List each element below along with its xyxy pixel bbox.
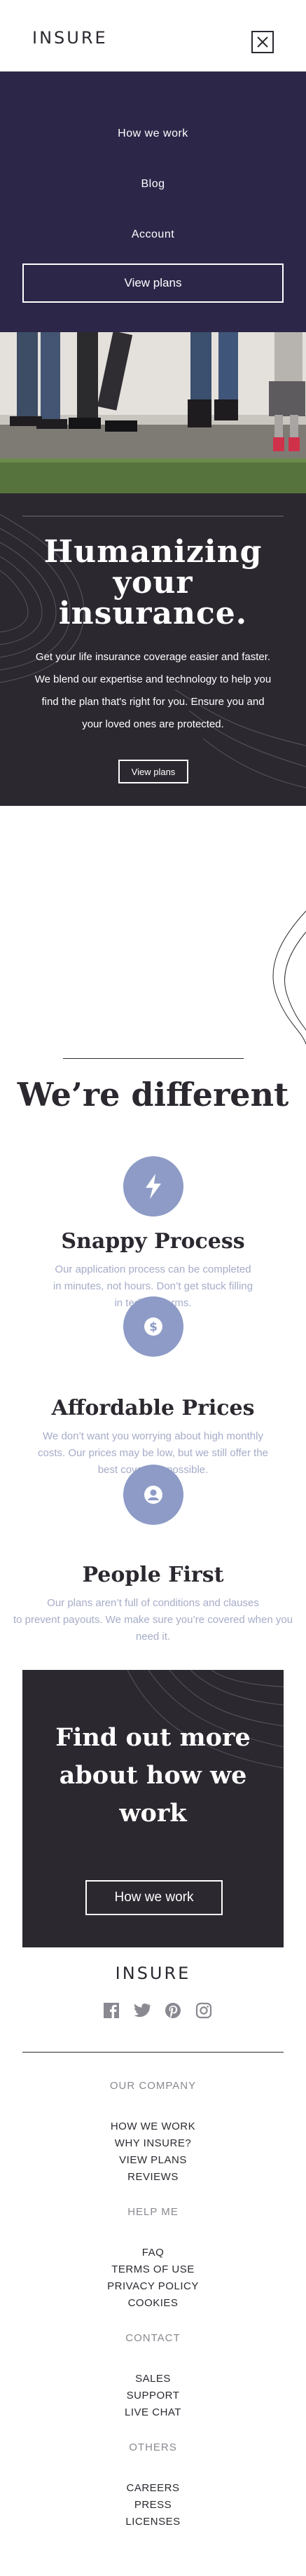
section-title: We’re different bbox=[17, 1076, 289, 1114]
footer-link-view-plans[interactable]: VIEW PLANS bbox=[0, 2154, 306, 2166]
feature-text-line: Our plans aren’t full of conditions and … bbox=[47, 1597, 259, 1609]
feature-text-line: need it. bbox=[135, 1631, 171, 1643]
feature-description: Our plans aren’t full of conditions and … bbox=[0, 1595, 306, 1645]
hero-text-line: We blend our expertise and technology to… bbox=[34, 673, 272, 685]
hero-title-line: your bbox=[113, 565, 193, 601]
footer-link-support[interactable]: SUPPORT bbox=[0, 2390, 306, 2402]
features-section: We’re different Snappy Process Our appli… bbox=[0, 806, 306, 1964]
card-title-line: Find out more bbox=[55, 1723, 251, 1752]
find-out-more-title: Find out more about how we work bbox=[22, 1719, 284, 1832]
footer-link-careers[interactable]: CAREERS bbox=[0, 2482, 306, 2494]
feature-text-line: Our application process can be completed bbox=[55, 1263, 251, 1275]
feature-title: People First bbox=[82, 1563, 224, 1587]
hero-text-line: find the plan that's right for you. Ensu… bbox=[41, 696, 265, 708]
site-header: INSURE bbox=[0, 0, 306, 71]
hero-title-line: insurance. bbox=[58, 596, 248, 631]
nav-item-how-we-work[interactable]: How we work bbox=[0, 128, 306, 140]
footer-link-live-chat[interactable]: LIVE CHAT bbox=[0, 2406, 306, 2418]
footer-heading: CONTACT bbox=[125, 2332, 181, 2344]
pinterest-icon[interactable] bbox=[164, 2001, 182, 2020]
footer-link-reviews[interactable]: REVIEWS bbox=[0, 2171, 306, 2183]
dollar-icon: $ bbox=[123, 1296, 183, 1357]
footer-divider bbox=[22, 2052, 284, 2053]
svg-text:$: $ bbox=[149, 1320, 158, 1334]
footer-link-faq[interactable]: FAQ bbox=[0, 2247, 306, 2259]
hero-text-line: Get your life insurance coverage easier … bbox=[35, 651, 271, 663]
nav-view-plans-button[interactable]: View plans bbox=[22, 263, 284, 303]
hero-description: Get your life insurance coverage easier … bbox=[21, 646, 285, 736]
footer-link-cookies[interactable]: COOKIES bbox=[0, 2297, 306, 2309]
feature-text-line: in minutes, not hours. Don’t get stuck f… bbox=[53, 1280, 253, 1292]
footer-link-licenses[interactable]: LICENSES bbox=[0, 2516, 306, 2528]
footer-link-why-insure[interactable]: WHY INSURE? bbox=[0, 2137, 306, 2149]
logo[interactable]: INSURE bbox=[32, 28, 108, 48]
footer-logo[interactable]: INSURE bbox=[0, 1964, 306, 1983]
close-icon bbox=[257, 36, 268, 48]
feature-title: Affordable Prices bbox=[51, 1396, 255, 1420]
hero-view-plans-button[interactable]: View plans bbox=[118, 760, 188, 783]
lightning-icon bbox=[123, 1156, 183, 1217]
twitter-icon[interactable] bbox=[133, 2001, 151, 2020]
social-links bbox=[102, 2001, 213, 2020]
find-out-more-card: Find out more about how we work How we w… bbox=[22, 1670, 284, 1947]
person-icon bbox=[123, 1465, 183, 1525]
card-title-line: work bbox=[119, 1799, 187, 1828]
instagram-icon[interactable] bbox=[195, 2001, 213, 2020]
mobile-nav: How we work Blog Account View plans bbox=[0, 71, 306, 332]
close-menu-button[interactable] bbox=[251, 31, 274, 53]
footer-link-terms[interactable]: TERMS OF USE bbox=[0, 2263, 306, 2275]
card-title-line: about how we bbox=[59, 1761, 247, 1790]
section-divider bbox=[63, 1058, 244, 1059]
how-we-work-button[interactable]: How we work bbox=[85, 1880, 223, 1915]
footer-link-privacy[interactable]: PRIVACY POLICY bbox=[0, 2280, 306, 2292]
nav-item-blog[interactable]: Blog bbox=[0, 178, 306, 191]
feature-text-line: We don’t want you worrying about high mo… bbox=[43, 1430, 263, 1442]
hero-photo bbox=[0, 332, 306, 493]
hero-title-line: Humanizing bbox=[43, 534, 263, 570]
nav-item-account[interactable]: Account bbox=[0, 228, 306, 241]
hero-text-line: your loved ones are protected. bbox=[82, 718, 224, 730]
feature-text-line: to prevent payouts. We make sure you’re … bbox=[13, 1614, 293, 1626]
hero-section: Humanizing your insurance. Get your life… bbox=[0, 493, 306, 806]
footer-link-how-we-work[interactable]: HOW WE WORK bbox=[0, 2121, 306, 2132]
footer-link-press[interactable]: PRESS bbox=[0, 2499, 306, 2511]
section-decorative-lines bbox=[272, 910, 306, 1044]
footer-link-sales[interactable]: SALES bbox=[0, 2373, 306, 2385]
feature-title: Snappy Process bbox=[61, 1229, 245, 1254]
site-footer: INSURE OUR COMPANY HOW WE WORK WHY INSUR… bbox=[0, 1964, 306, 2576]
footer-heading: OTHERS bbox=[129, 2441, 177, 2453]
hero-title: Humanizing your insurance. bbox=[0, 537, 306, 629]
feature-text-line: costs. Our prices may be low, but we sti… bbox=[37, 1447, 269, 1459]
footer-heading: OUR COMPANY bbox=[109, 2080, 197, 2092]
footer-heading: HELP ME bbox=[127, 2206, 179, 2218]
facebook-icon[interactable] bbox=[102, 2001, 120, 2020]
